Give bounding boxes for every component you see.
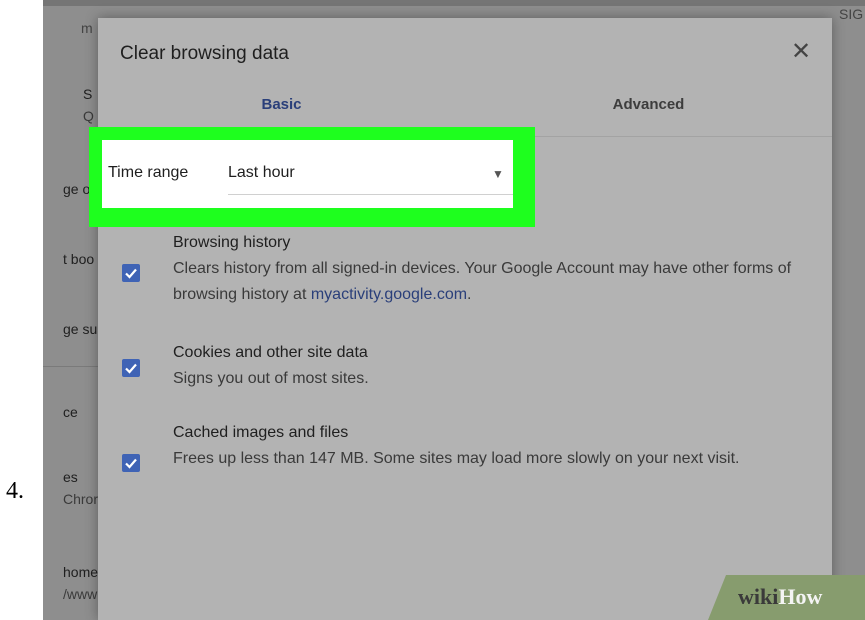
step-number: 4. [6,478,24,504]
cookies-checkbox[interactable] [122,359,140,377]
time-range-label: Time range [108,164,189,181]
option-description-end: . [467,286,472,303]
background-item-sub: Q [83,108,94,124]
checkmark-icon [125,458,137,469]
watermark-logo: wikiHow [738,584,822,610]
myactivity-link[interactable]: myactivity.google.com [311,286,467,303]
time-range-row: Time range Last hour ▼ [102,140,513,208]
watermark-part1: wiki [738,584,779,609]
wikihow-watermark: wikiHow [708,575,865,620]
option-description-text: Clears history from all signed-in device… [173,260,792,303]
background-top-right-text: SIG [839,6,864,22]
option-title: Cached images and files [173,424,349,441]
background-item-sub: Chror [63,491,99,507]
background-top-strip [43,0,865,6]
option-title: Cookies and other site data [173,344,368,361]
background-item-sub: /www [63,586,98,602]
cached-images-checkbox[interactable] [122,454,140,472]
browsing-history-checkbox[interactable] [122,264,140,282]
option-description: Signs you out of most sites. [173,370,369,387]
background-top-left-text: m [81,20,93,36]
background-item: home [63,564,99,580]
screenshot-stage: 4. m SIG S Q ge ot t boo ge su ce es Chr… [0,0,865,620]
option-title: Browsing history [173,234,291,251]
background-item: ce [63,404,78,420]
clear-browsing-data-dialog: Clear browsing data ✕ Basic Advanced Bro… [98,18,832,620]
dropdown-arrow-icon: ▼ [492,167,504,181]
background-item: t boo [63,251,95,267]
time-range-value: Last hour [228,164,295,181]
background-item: es [63,469,78,485]
background-divider [43,366,103,367]
checkmark-icon [125,268,137,279]
background-item: ge su [63,321,98,337]
background-item: S [83,86,93,102]
dialog-title: Clear browsing data [120,43,289,64]
option-description: Frees up less than 147 MB. Some sites ma… [173,450,740,467]
checkmark-icon [125,363,137,374]
option-description: Clears history from all signed-in device… [173,256,803,308]
close-icon[interactable]: ✕ [786,37,816,67]
highlight-box: Time range Last hour ▼ [89,127,535,227]
time-range-select[interactable]: Last hour ▼ [228,154,513,195]
watermark-part2: How [778,584,823,609]
